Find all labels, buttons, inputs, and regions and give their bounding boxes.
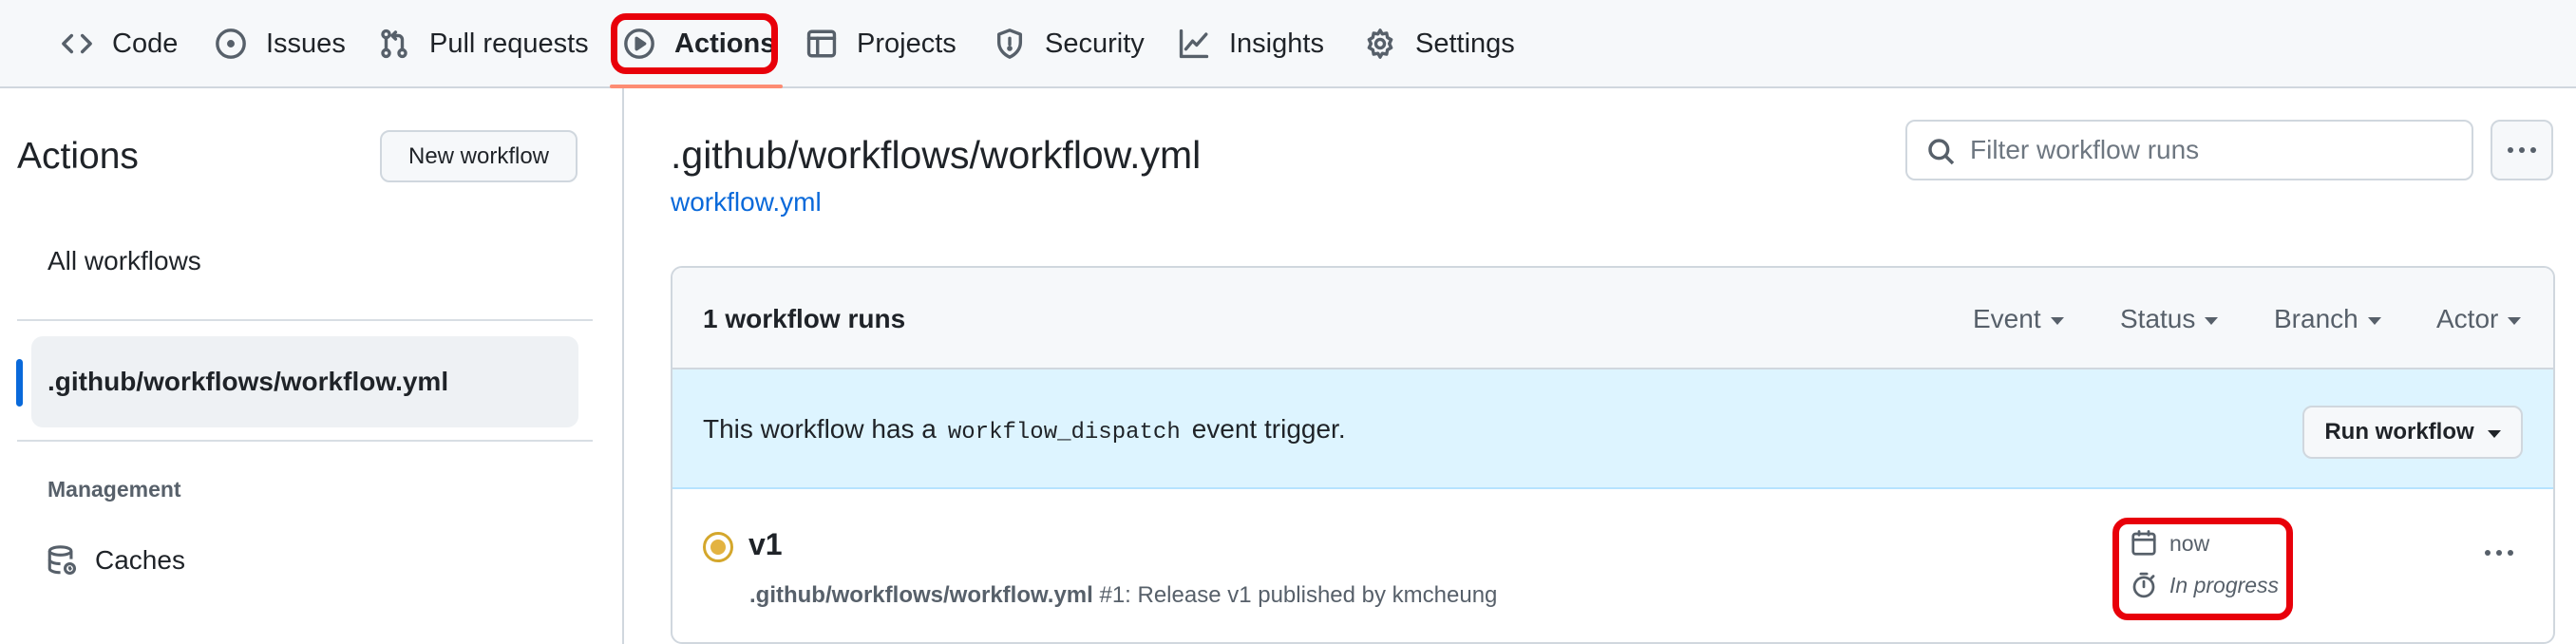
kebab-horizontal-icon	[2508, 147, 2536, 153]
gear-icon	[1367, 28, 1393, 59]
search-icon	[1928, 139, 1955, 165]
run-workflow-label: Run workflow	[2324, 419, 2474, 445]
tab-pull-requests-label: Pull requests	[429, 28, 589, 59]
selected-indicator	[16, 359, 23, 407]
run-time: now	[2130, 529, 2209, 558]
kebab-horizontal-icon	[2485, 550, 2513, 556]
tab-settings[interactable]: Settings	[1364, 0, 1515, 87]
tab-projects[interactable]: Projects	[805, 0, 957, 87]
database-icon	[47, 545, 77, 576]
caret-down-icon	[2487, 430, 2501, 438]
dispatch-message: This workflow has a workflow_dispatch ev…	[703, 414, 1346, 445]
filter-actor-dropdown[interactable]: Actor	[2436, 304, 2522, 334]
graph-icon	[1179, 28, 1209, 59]
runs-count: 1 workflow runs	[703, 304, 906, 333]
tab-projects-label: Projects	[857, 28, 957, 59]
play-icon	[624, 28, 654, 59]
sidebar-divider	[17, 319, 593, 321]
workflow-run-row[interactable]: v1 .github/workflows/workflow.yml #1: Re…	[672, 489, 2553, 642]
filter-status-dropdown[interactable]: Status	[2120, 304, 2219, 334]
filter-event-label: Event	[1973, 304, 2041, 333]
repo-nav: Code Issues Pull requests Actions Projec…	[0, 0, 2576, 88]
filter-actor-label: Actor	[2436, 304, 2499, 333]
new-workflow-button[interactable]: New workflow	[380, 130, 578, 182]
workflow-runs-box: 1 workflow runs Event Status Branch Acto…	[671, 266, 2555, 644]
sidebar-item-caches[interactable]: Caches	[46, 544, 185, 577]
management-heading: Management	[47, 477, 181, 502]
active-tab-underline	[610, 85, 783, 88]
filter-workflow-runs[interactable]	[1905, 120, 2473, 180]
table-icon	[806, 29, 837, 58]
sidebar-item-all-workflows[interactable]: All workflows	[47, 246, 201, 276]
caches-label: Caches	[95, 545, 185, 575]
tab-code-label: Code	[112, 28, 179, 59]
tab-issues-label: Issues	[266, 28, 346, 59]
run-meta: .github/workflows/workflow.yml #1: Relea…	[749, 582, 1497, 609]
tab-pull-requests[interactable]: Pull requests	[378, 0, 589, 87]
filter-input[interactable]	[1970, 129, 2464, 171]
actions-sidebar: Actions New workflow All workflows .gith…	[0, 88, 624, 644]
dispatch-prefix: This workflow has a	[703, 414, 937, 444]
workflow-title: .github/workflows/workflow.yml	[671, 133, 1202, 177]
run-duration-label: In progress	[2169, 572, 2280, 597]
tab-actions[interactable]: Actions	[623, 0, 775, 87]
filter-status-label: Status	[2120, 304, 2196, 333]
dispatch-code: workflow_dispatch	[947, 420, 1181, 445]
filter-branch-dropdown[interactable]: Branch	[2274, 304, 2381, 334]
run-time-label: now	[2169, 530, 2210, 556]
workflow-more-options-button[interactable]	[2491, 120, 2553, 180]
tab-issues[interactable]: Issues	[215, 0, 346, 87]
caret-down-icon	[2205, 317, 2219, 325]
run-duration: In progress	[2130, 571, 2279, 599]
workflow-file-link[interactable]: workflow.yml	[671, 187, 822, 218]
tab-code[interactable]: Code	[61, 0, 178, 87]
run-more-options-button[interactable]	[2475, 539, 2523, 567]
tab-actions-label: Actions	[674, 28, 776, 59]
status-in-progress-icon	[703, 532, 733, 562]
run-title-link[interactable]: v1	[748, 527, 783, 562]
tab-security-label: Security	[1045, 28, 1145, 59]
caret-down-icon	[2367, 317, 2381, 325]
tab-insights-label: Insights	[1229, 28, 1324, 59]
stopwatch-icon	[2132, 572, 2155, 598]
tab-insights[interactable]: Insights	[1178, 0, 1324, 87]
sidebar-item-workflow-label: .github/workflows/workflow.yml	[47, 367, 449, 396]
filter-branch-label: Branch	[2274, 304, 2358, 333]
tab-settings-label: Settings	[1415, 28, 1515, 59]
calendar-icon	[2131, 530, 2156, 556]
caret-down-icon	[2508, 317, 2522, 325]
git-pull-request-icon	[381, 28, 407, 59]
dispatch-suffix: event trigger.	[1191, 414, 1346, 444]
workflow-dispatch-banner: This workflow has a workflow_dispatch ev…	[672, 369, 2553, 489]
filter-event-dropdown[interactable]: Event	[1973, 304, 2064, 334]
code-icon	[62, 33, 92, 54]
run-detail: #1: Release v1 published by kmcheung	[1099, 582, 1498, 608]
caret-down-icon	[2050, 317, 2064, 325]
issue-opened-icon	[216, 28, 246, 59]
shield-icon	[996, 28, 1023, 59]
runs-header: 1 workflow runs Event Status Branch Acto…	[672, 268, 2553, 369]
tab-security[interactable]: Security	[994, 0, 1145, 87]
sidebar-divider	[17, 440, 593, 442]
run-workflow-button[interactable]: Run workflow	[2302, 406, 2523, 459]
run-workflow-name: .github/workflows/workflow.yml	[749, 582, 1093, 608]
sidebar-title: Actions	[17, 136, 139, 177]
